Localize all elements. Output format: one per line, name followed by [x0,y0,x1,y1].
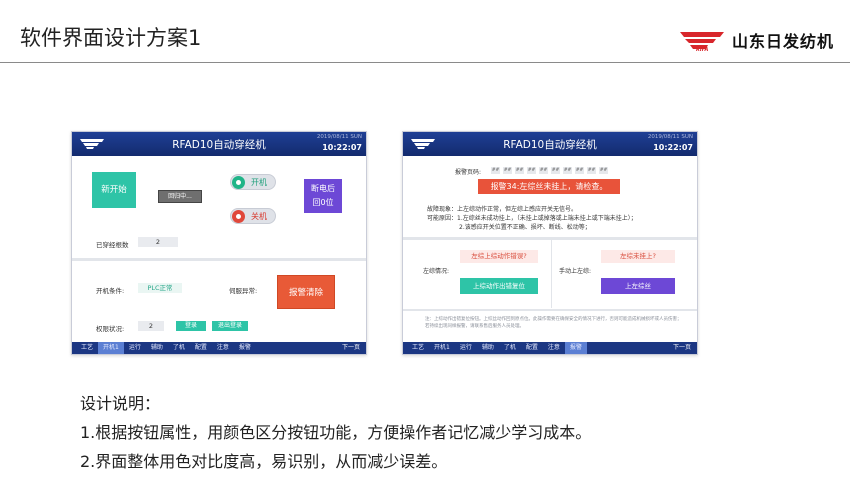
threaded-count-value: 2 [138,237,178,247]
nav-item-alarm[interactable]: 报警 [234,342,256,354]
manual-heddle-label: 手动上左综: [559,268,592,275]
alarm-code-cell: ## [539,167,548,174]
time-display: 10:22:07 [322,143,362,152]
manual-heddle-status: 左综未挂上? [601,250,675,263]
date-display: 2019/08/11 SUN [647,134,693,140]
threaded-count-label: 已穿经根数 [96,241,129,249]
description-line-1: 1.根据按钮属性，用颜色区分按钮功能，方便操作者记忆减少学习成本。 [80,423,592,442]
alarm-code-cell: ## [563,167,572,174]
nav-item-alarm[interactable]: 报警 [564,342,587,354]
section-divider [403,309,697,311]
nav-item-finish[interactable]: 了机 [499,342,521,354]
alarm-code-cell: ## [491,167,500,174]
title-divider [0,62,850,63]
screen-start-panel: RFAD10自动穿经机 2019/08/11 SUN 10:22:07 新开始 … [71,131,367,355]
alarm-code-label: 报警页码: [455,169,482,176]
section-divider [403,237,697,240]
power-on-label: 开机 [251,178,267,187]
power-off-label: 关机 [251,212,267,221]
alarm-banner: 报警34:左综丝未挂上，请检查。 [478,179,620,194]
screen-alarm-panel: RFAD10自动穿经机 2019/08/11 SUN 10:22:07 报警页码… [402,131,698,355]
alarm-code-cell: ## [515,167,524,174]
brand-name: 山东日发纺机 [731,32,834,51]
toggle-knob-icon [232,176,245,189]
heddle-error-reset-button[interactable]: 上综动作出错复位 [460,278,538,294]
nav-item-start[interactable]: 开机1 [429,342,455,354]
load-left-heddle-button[interactable]: 上左综丝 [601,278,675,294]
permission-value: 2 [138,321,164,331]
nav-item-process[interactable]: 工艺 [407,342,429,354]
nav-item-run[interactable]: 运行 [124,342,146,354]
pane-separator [551,240,552,308]
login-button[interactable]: 登录 [176,321,206,331]
cause-line-2: 2.该感应开关位置不正确、损坏、断线、松动等； [459,224,591,231]
section-divider [72,258,366,261]
note-text: 注：上综动作出错复位按钮。上综丝动作回到原点位。此操作需要在确保安全的情况下进行… [425,317,682,329]
nav-item-config[interactable]: 配置 [521,342,543,354]
alarm-code-cell: ## [587,167,596,174]
fault-description: 故障现象：上左综动作正常，但左综上感应开关无信号。 [427,206,578,213]
screen-header: RFAD10自动穿经机 2019/08/11 SUN 10:22:07 [72,132,366,156]
power-loss-zero-button[interactable]: 断电后 回0位 [304,179,342,213]
logout-button[interactable]: 退出登录 [212,321,248,331]
power-off-toggle[interactable]: 关机 [230,208,276,224]
rifa-logo-icon: RIFA [679,32,724,52]
alarm-clear-button[interactable]: 报警清除 [277,275,335,309]
power-button-line2: 回0位 [312,198,334,207]
alarm-code-cell: ## [527,167,536,174]
next-page-button[interactable]: 下一页 [673,342,691,354]
start-condition-label: 开机条件: [96,287,125,295]
next-page-button[interactable]: 下一页 [342,342,360,354]
homing-button[interactable]: 回归中... [158,190,202,203]
alarm-code-cell: ## [551,167,560,174]
nav-item-notes[interactable]: 注意 [543,342,565,354]
nav-item-notes[interactable]: 注意 [212,342,234,354]
description-line-2: 2.界面整体用色对比度高，易识别，从而减少误差。 [80,452,448,471]
screen-header: RFAD10自动穿经机 2019/08/11 SUN 10:22:07 [403,132,697,156]
permission-label: 权限状况: [96,325,125,333]
start-condition-value: PLC正常 [138,283,182,293]
nav-item-process[interactable]: 工艺 [76,342,98,354]
description-title: 设计说明： [80,394,161,413]
cause-line-1: 可能原因：1.左综丝未成功挂上，（未挂上或掉落或上端未挂上或下端未挂上）； [427,215,637,222]
svg-text:RIFA: RIFA [696,47,708,52]
nav-item-aux[interactable]: 辅助 [146,342,168,354]
nav-item-aux[interactable]: 辅助 [477,342,499,354]
bottom-nav: 工艺 开机1 运行 辅助 了机 配置 注意 报警 下一页 [403,342,697,354]
bottom-nav: 工艺 开机1 运行 辅助 了机 配置 注意 报警 下一页 [72,342,366,354]
servo-abnormal-label: 伺服异常: [229,287,258,295]
power-button-line1: 断电后 [311,184,335,193]
nav-item-run[interactable]: 运行 [455,342,477,354]
toggle-knob-icon [232,210,245,223]
nav-item-start[interactable]: 开机1 [98,342,124,354]
left-heddle-status: 左综上综动作错误? [460,250,538,263]
left-heddle-label: 左综情况: [423,268,450,275]
nav-item-finish[interactable]: 了机 [168,342,190,354]
time-display: 10:22:07 [653,143,693,152]
brand-logo: RIFA 山东日发纺机 [676,26,834,54]
nav-item-config[interactable]: 配置 [190,342,212,354]
date-display: 2019/08/11 SUN [316,134,362,140]
alarm-code-cell: ## [599,167,608,174]
power-on-toggle[interactable]: 开机 [230,174,276,190]
alarm-code-cell: ## [503,167,512,174]
new-start-button[interactable]: 新开始 [92,172,136,208]
slide-title: 软件界面设计方案1 [20,26,202,50]
alarm-code-cell: ## [575,167,584,174]
